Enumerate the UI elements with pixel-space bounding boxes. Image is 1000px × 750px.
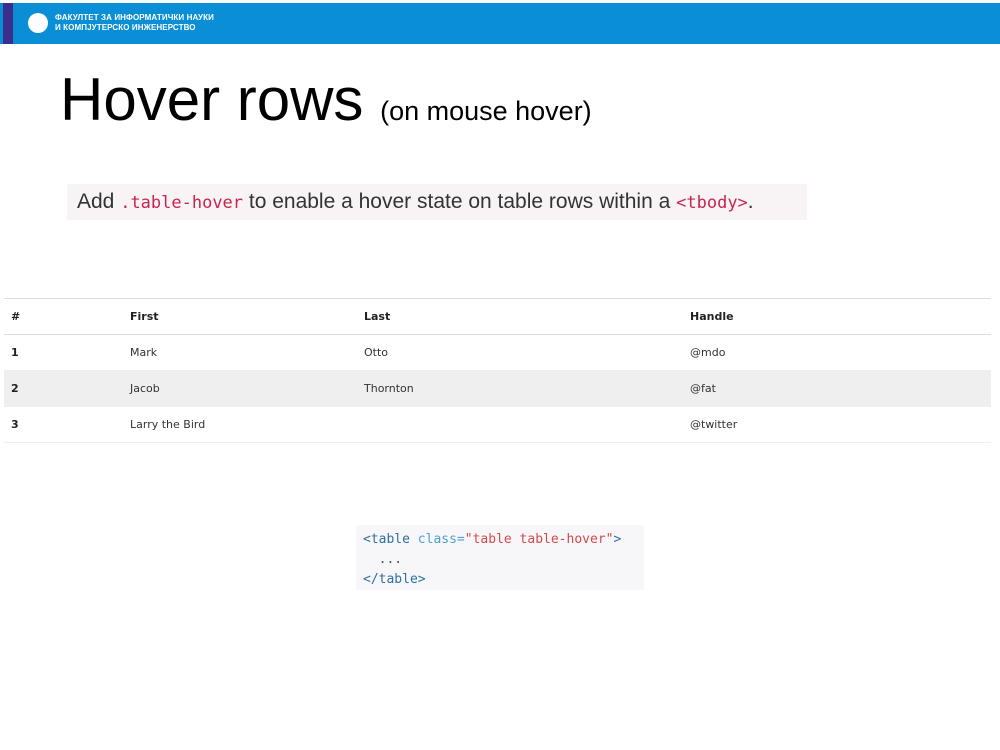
- code-open-tag-end: >: [613, 532, 622, 547]
- table-row[interactable]: 3 Larry the Bird @twitter: [4, 407, 991, 443]
- code-example: <table class="table table-hover"> ... </…: [356, 525, 644, 590]
- example-table: # First Last Handle 1 Mark Otto @mdo 2 J…: [4, 298, 991, 443]
- code-ellipsis: ...: [363, 552, 403, 567]
- description-callout: Add .table-hover to enable a hover state…: [67, 184, 807, 220]
- cell-index: 3: [11, 418, 19, 431]
- table-header-row: # First Last Handle: [4, 298, 991, 335]
- code-attr-name: class=: [409, 532, 465, 547]
- table-row-hovered[interactable]: 2 Jacob Thornton @fat: [4, 370, 991, 407]
- description-text-2: to enable a hover state on table rows wi…: [243, 190, 677, 213]
- cell-last: [357, 407, 683, 443]
- code-open-tag: <table: [363, 532, 410, 547]
- description-code-table-hover: .table-hover: [120, 193, 244, 213]
- code-attr-value: "table table-hover": [464, 532, 614, 547]
- slide-subtitle: (on mouse hover): [380, 96, 592, 126]
- cell-first: Larry the Bird: [130, 418, 206, 431]
- header-accent-stripe: [3, 3, 13, 44]
- cell-index: 2: [11, 382, 19, 395]
- cell-index: 1: [11, 346, 19, 359]
- header-cell-handle: Handle: [690, 310, 734, 323]
- description-text-1: Add: [77, 190, 121, 213]
- cell-first: Jacob: [130, 382, 160, 395]
- cell-first: Mark: [130, 346, 158, 359]
- faculty-name-line2: И КОМПЈУТЕРСКО ИНЖЕНЕРСТВО: [55, 23, 196, 32]
- cell-handle: @fat: [690, 382, 716, 395]
- cell-last: Thornton: [364, 382, 414, 395]
- slide-title-main: Hover rows: [60, 66, 364, 133]
- code-close-tag: </table>: [363, 572, 426, 587]
- faculty-name-line1: ФАКУЛТЕТ ЗА ИНФОРМАТИЧКИ НАУКИ: [55, 13, 214, 22]
- cell-handle: @mdo: [690, 346, 726, 359]
- description-code-tbody: <tbody>: [676, 193, 748, 213]
- cell-handle: @twitter: [690, 418, 738, 431]
- header-cell-first: First: [130, 310, 159, 323]
- faculty-name: ФАКУЛТЕТ ЗА ИНФОРМАТИЧКИ НАУКИ И КОМПЈУТ…: [55, 13, 214, 33]
- faculty-logo-icon: [28, 13, 48, 33]
- slide-title: Hover rows (on mouse hover): [60, 64, 592, 147]
- header-cell-last: Last: [364, 310, 391, 323]
- cell-last: Otto: [364, 346, 389, 359]
- header-cell-index: #: [11, 310, 21, 323]
- table-row[interactable]: 1 Mark Otto @mdo: [4, 335, 991, 371]
- description-text-3: .: [747, 190, 754, 213]
